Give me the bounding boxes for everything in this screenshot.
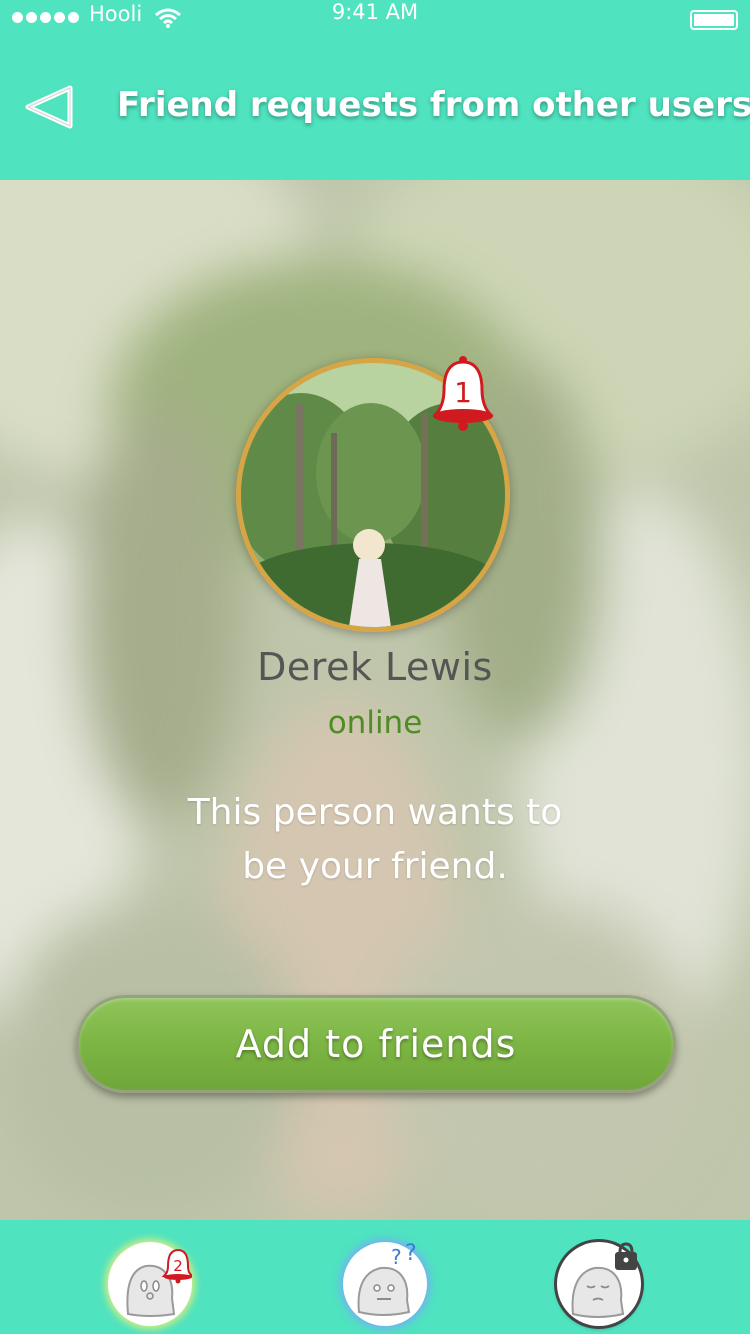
- add-to-friends-button[interactable]: Add to friends: [76, 995, 676, 1093]
- ghost-question-icon: ? ?: [357, 1242, 417, 1316]
- user-name: Derek Lewis: [257, 645, 493, 689]
- battery-icon: [690, 10, 738, 30]
- ghost-bell-icon: 2: [126, 1248, 192, 1317]
- user-status: online: [327, 705, 423, 741]
- tab-questions[interactable]: ? ?: [343, 1242, 427, 1326]
- svg-text:?: ?: [405, 1242, 417, 1266]
- svg-text:?: ?: [391, 1245, 402, 1269]
- back-arrow-icon: [25, 85, 73, 129]
- status-time: 9:41 AM: [331, 0, 419, 24]
- back-button[interactable]: [20, 82, 80, 132]
- ghost-lock-icon: [571, 1242, 637, 1318]
- notification-count: 1: [454, 376, 472, 409]
- tab-bar: 2 ? ?: [0, 1220, 750, 1334]
- request-message: This person wants to be your friend.: [187, 792, 563, 887]
- notification-bell-icon: 1: [430, 354, 500, 436]
- nav-bar: Friend requests from other users: [0, 40, 750, 180]
- tab-friend-requests[interactable]: 2: [108, 1242, 192, 1326]
- tab-locked[interactable]: [557, 1242, 641, 1326]
- tab-badge-count: 2: [173, 1257, 183, 1275]
- page-title: Friend requests from other users: [117, 85, 750, 125]
- status-bar: Hooli 9:41 AM: [0, 0, 750, 40]
